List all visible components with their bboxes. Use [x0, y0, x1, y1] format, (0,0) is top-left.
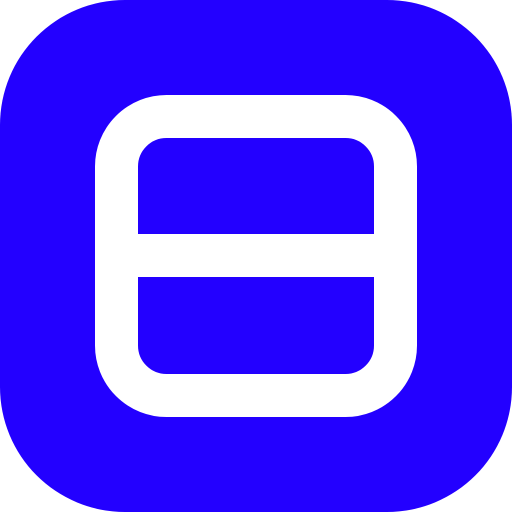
app-icon — [0, 0, 512, 512]
split-horizontal-icon — [0, 0, 512, 512]
